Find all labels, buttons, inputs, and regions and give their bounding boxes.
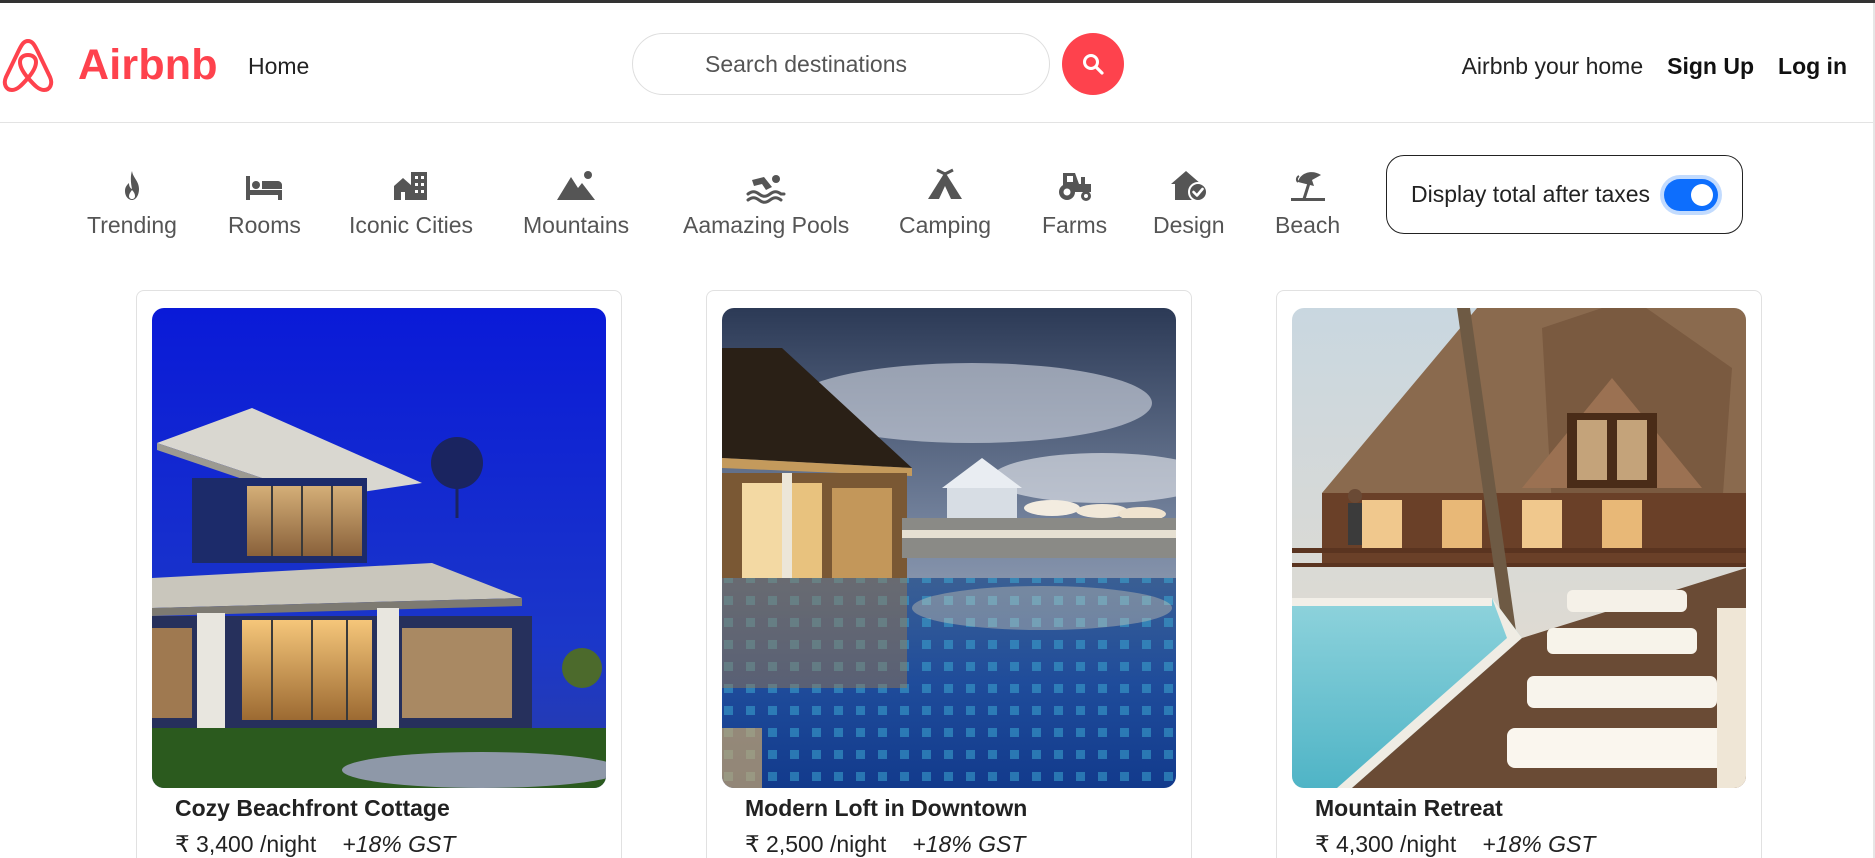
tax-toggle-switch[interactable] [1664,178,1719,211]
filter-trending[interactable]: Trending [87,168,177,239]
brand-link[interactable]: Airbnb [0,33,218,97]
listing-price: ₹ 2,500 /night +18% GST [745,831,1025,858]
navbar: Airbnb Home Airbnb your home Sign Up Log… [0,3,1873,123]
filter-label: Aamazing Pools [683,212,850,238]
tax-toggle-box: Display total after taxes [1386,155,1743,234]
log-in-link[interactable]: Log in [1778,53,1847,80]
price-amount: ₹ 2,500 /night [745,831,887,857]
tax-toggle-label: Display total after taxes [1411,181,1651,207]
listing-photo [1292,308,1746,788]
filter-mountains[interactable]: Mountains [523,168,629,239]
listing-price: ₹ 3,400 /night +18% GST [175,831,455,858]
price-amount: ₹ 4,300 /night [1315,831,1457,857]
switch-knob [1691,183,1714,206]
search-bar [632,33,1124,95]
city-icon [393,172,427,200]
tractor-icon [1058,173,1091,201]
price-amount: ₹ 3,400 /night [175,831,317,857]
filter-label: Mountains [523,212,630,238]
filter-design[interactable]: Design [1153,168,1225,239]
filter-label: Rooms [228,212,301,238]
listing-title: Modern Loft in Downtown [745,795,1028,821]
airbnb-logo-icon [2,39,54,92]
search-button[interactable] [1062,33,1124,95]
filter-iconic-cities[interactable]: Iconic Cities [349,168,473,239]
filter-label: Trending [87,212,177,238]
search-input[interactable] [632,33,1050,95]
sign-up-link[interactable]: Sign Up [1667,53,1754,80]
filter-label: Beach [1275,212,1341,238]
listing-price: ₹ 4,300 /night +18% GST [1315,831,1595,858]
listing-photo [152,308,606,788]
bed-icon [246,176,283,200]
filter-amazing-pools[interactable]: Aamazing Pools [683,168,849,239]
listing-card[interactable]: Mountain Retreat ₹ 4,300 /night +18% GST [1276,290,1762,858]
filter-camping[interactable]: Camping [899,168,991,239]
filter-farms[interactable]: Farms [1042,168,1107,239]
gst-note: +18% GST [342,831,456,857]
filter-label: Farms [1042,212,1108,238]
tent-icon [928,168,963,199]
swimmer-icon [746,175,786,204]
listing-photo [722,308,1176,788]
listing-card[interactable]: Modern Loft in Downtown ₹ 2,500 /night +1… [706,290,1192,858]
house-check-icon [1170,171,1208,202]
filter-label: Design [1153,212,1225,238]
search-icon [1083,54,1104,75]
filter-beach[interactable]: Beach [1275,168,1340,239]
airbnb-your-home-link[interactable]: Airbnb your home [1462,53,1644,80]
filter-label: Iconic Cities [349,212,473,238]
filter-rooms[interactable]: Rooms [228,168,301,239]
listing-card[interactable]: Cozy Beachfront Cottage ₹ 3,400 /night +1… [136,290,622,858]
filter-label: Camping [899,212,992,238]
gst-note: +18% GST [1482,831,1596,857]
umbrella-beach-icon [1290,172,1325,201]
listing-title: Cozy Beachfront Cottage [175,795,450,821]
brand-name: Airbnb [78,40,218,89]
mountain-icon [557,171,596,200]
listing-title: Mountain Retreat [1315,795,1503,821]
nav-home-link[interactable]: Home [248,53,309,80]
fire-icon [124,171,139,200]
gst-note: +18% GST [912,831,1026,857]
nav-right-links: Airbnb your home Sign Up Log in [1462,53,1847,80]
